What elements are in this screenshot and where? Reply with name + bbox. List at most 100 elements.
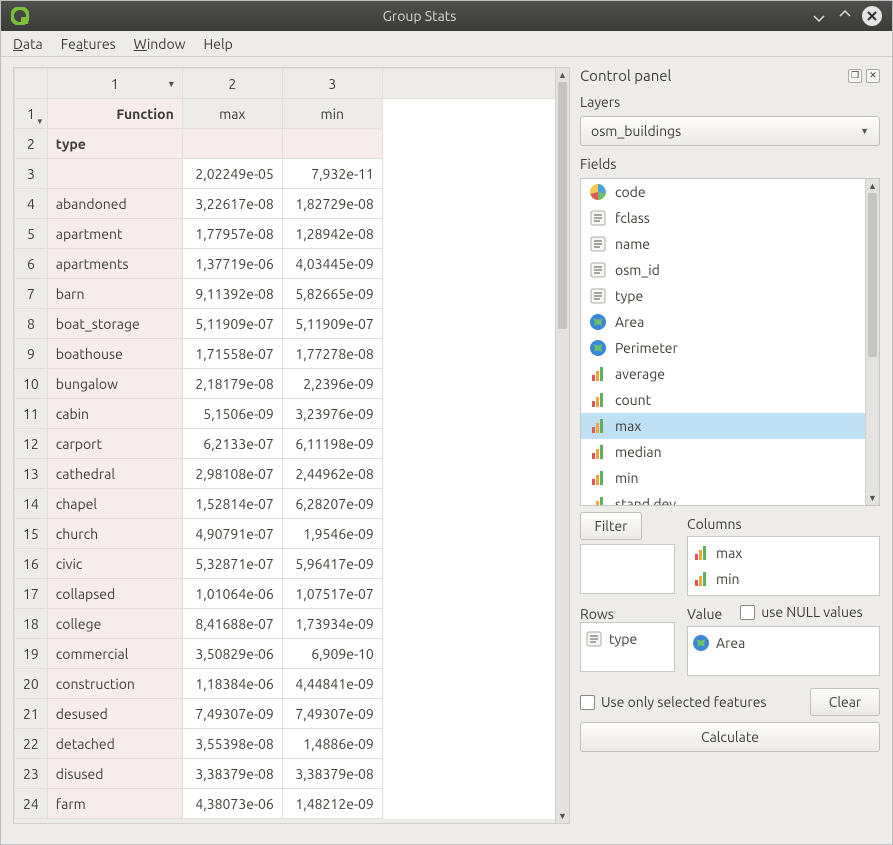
rows-dropzone[interactable]: type <box>580 622 675 672</box>
close-button[interactable] <box>862 6 882 26</box>
row-name-cell[interactable]: boathouse <box>47 339 182 369</box>
row-min-cell[interactable]: 2,44962e-08 <box>282 459 382 489</box>
table-row[interactable]: 3 2,02249e-05 7,932e-11 <box>15 159 556 189</box>
row-min-cell[interactable]: 3,23976e-09 <box>282 399 382 429</box>
scroll-track[interactable] <box>556 82 569 809</box>
table-row[interactable]: 21 desused 7,49307e-09 7,49307e-09 <box>15 699 556 729</box>
table-row[interactable]: 4 abandoned 3,22617e-08 1,82729e-08 <box>15 189 556 219</box>
table-row[interactable]: 18 college 8,41688e-07 1,73934e-09 <box>15 609 556 639</box>
row-header[interactable]: 12 <box>15 429 48 459</box>
col-header-2[interactable]: 2 <box>182 69 282 99</box>
row-min-cell[interactable]: 1,48212e-09 <box>282 789 382 819</box>
row-header[interactable]: 13 <box>15 459 48 489</box>
field-item-fclass[interactable]: fclass <box>581 205 865 231</box>
row-max-cell[interactable]: 1,18384e-06 <box>182 669 282 699</box>
row-min-cell[interactable]: 5,82665e-09 <box>282 279 382 309</box>
row-header[interactable]: 14 <box>15 489 48 519</box>
table-row[interactable]: 15 church 4,90791e-07 1,9546e-09 <box>15 519 556 549</box>
row-name-cell[interactable]: civic <box>47 549 182 579</box>
row-header[interactable]: 9 <box>15 339 48 369</box>
drop-item-max[interactable]: max <box>692 541 875 565</box>
row-header-1[interactable]: 1▼ <box>15 99 48 129</box>
row-max-cell[interactable]: 2,02249e-05 <box>182 159 282 189</box>
row-header[interactable]: 17 <box>15 579 48 609</box>
row-max-cell[interactable]: 4,90791e-07 <box>182 519 282 549</box>
scroll-up-icon[interactable]: ▲ <box>556 68 569 82</box>
minimize-button[interactable] <box>810 7 828 25</box>
row-max-cell[interactable]: 2,18179e-08 <box>182 369 282 399</box>
row-min-cell[interactable]: 1,28942e-08 <box>282 219 382 249</box>
row-min-cell[interactable]: 1,73934e-09 <box>282 609 382 639</box>
chevron-down-icon[interactable]: ▼ <box>167 79 176 89</box>
filter-button[interactable]: Filter <box>580 512 642 540</box>
row-min-cell[interactable]: 5,96417e-09 <box>282 549 382 579</box>
table-row[interactable]: 20 construction 1,18384e-06 4,44841e-09 <box>15 669 556 699</box>
field-item-Area[interactable]: Area <box>581 309 865 335</box>
row-name-cell[interactable]: apartment <box>47 219 182 249</box>
row-header[interactable]: 18 <box>15 609 48 639</box>
row-min-cell[interactable]: 3,38379e-08 <box>282 759 382 789</box>
row-name-cell[interactable]: disused <box>47 759 182 789</box>
row-name-cell[interactable]: farm <box>47 789 182 819</box>
table-row[interactable]: 10 bungalow 2,18179e-08 2,2396e-09 <box>15 369 556 399</box>
scroll-thumb[interactable] <box>868 193 877 357</box>
filter-dropzone[interactable] <box>580 544 675 594</box>
row-min-cell[interactable]: 1,9546e-09 <box>282 519 382 549</box>
row-max-cell[interactable]: 2,98108e-07 <box>182 459 282 489</box>
row-header-2[interactable]: 2 <box>15 129 48 159</box>
drop-item-type[interactable]: type <box>585 627 670 651</box>
table-row[interactable]: 23 disused 3,38379e-08 3,38379e-08 <box>15 759 556 789</box>
table-row[interactable]: 12 carport 6,2133e-07 6,11198e-09 <box>15 429 556 459</box>
fields-list[interactable]: code fclass name osm_id type Area Perime… <box>581 179 865 505</box>
row-name-cell[interactable]: carport <box>47 429 182 459</box>
row-max-cell[interactable]: 5,1506e-09 <box>182 399 282 429</box>
table-row[interactable]: 17 collapsed 1,01064e-06 1,07517e-07 <box>15 579 556 609</box>
row-name-cell[interactable]: apartments <box>47 249 182 279</box>
row-name-cell[interactable] <box>47 159 182 189</box>
row-header[interactable]: 21 <box>15 699 48 729</box>
menu-features[interactable]: Features <box>61 36 116 52</box>
row-header[interactable]: 8 <box>15 309 48 339</box>
panel-close-icon[interactable]: ✕ <box>866 69 880 83</box>
row-name-cell[interactable]: boat_storage <box>47 309 182 339</box>
table-row[interactable]: 16 civic 5,32871e-07 5,96417e-09 <box>15 549 556 579</box>
row-name-cell[interactable]: chapel <box>47 489 182 519</box>
row-min-cell[interactable]: 1,07517e-07 <box>282 579 382 609</box>
row-min-cell[interactable]: 6,909e-10 <box>282 639 382 669</box>
field-item-type[interactable]: type <box>581 283 865 309</box>
row-name-cell[interactable]: commercial <box>47 639 182 669</box>
table-row[interactable]: 6 apartments 1,37719e-06 4,03445e-09 <box>15 249 556 279</box>
row-name-cell[interactable]: college <box>47 609 182 639</box>
drop-item-Area[interactable]: Area <box>692 631 875 655</box>
row-max-cell[interactable]: 1,71558e-07 <box>182 339 282 369</box>
menu-help[interactable]: Help <box>204 36 233 52</box>
row-min-cell[interactable]: 7,49307e-09 <box>282 699 382 729</box>
row-max-cell[interactable]: 4,38073e-06 <box>182 789 282 819</box>
row-header[interactable]: 16 <box>15 549 48 579</box>
row-header[interactable]: 10 <box>15 369 48 399</box>
value-dropzone[interactable]: Area <box>687 626 880 676</box>
table-row[interactable]: 19 commercial 3,50829e-06 6,909e-10 <box>15 639 556 669</box>
row-header[interactable]: 19 <box>15 639 48 669</box>
table-row[interactable]: 8 boat_storage 5,11909e-07 5,11909e-07 <box>15 309 556 339</box>
row-name-cell[interactable]: church <box>47 519 182 549</box>
row-header[interactable]: 5 <box>15 219 48 249</box>
table-row[interactable]: 7 barn 9,11392e-08 5,82665e-09 <box>15 279 556 309</box>
use-null-checkbox[interactable] <box>740 605 755 620</box>
grid-corner[interactable] <box>15 69 48 99</box>
row-max-cell[interactable]: 5,11909e-07 <box>182 309 282 339</box>
table-row[interactable]: 11 cabin 5,1506e-09 3,23976e-09 <box>15 399 556 429</box>
row-max-cell[interactable]: 1,52814e-07 <box>182 489 282 519</box>
row-max-cell[interactable]: 6,2133e-07 <box>182 429 282 459</box>
calculate-button[interactable]: Calculate <box>580 722 880 752</box>
row-header[interactable]: 22 <box>15 729 48 759</box>
scroll-down-icon[interactable]: ▼ <box>556 809 569 823</box>
col-header-1[interactable]: 1 ▼ <box>47 69 182 99</box>
field-item-stand.dev.[interactable]: stand.dev. <box>581 491 865 505</box>
table-row[interactable]: 9 boathouse 1,71558e-07 1,77278e-08 <box>15 339 556 369</box>
row-max-cell[interactable]: 3,22617e-08 <box>182 189 282 219</box>
function-label-cell[interactable]: Function <box>47 99 182 129</box>
row-min-cell[interactable]: 4,03445e-09 <box>282 249 382 279</box>
row-max-cell[interactable]: 1,01064e-06 <box>182 579 282 609</box>
scroll-down-icon[interactable]: ▼ <box>866 491 879 505</box>
